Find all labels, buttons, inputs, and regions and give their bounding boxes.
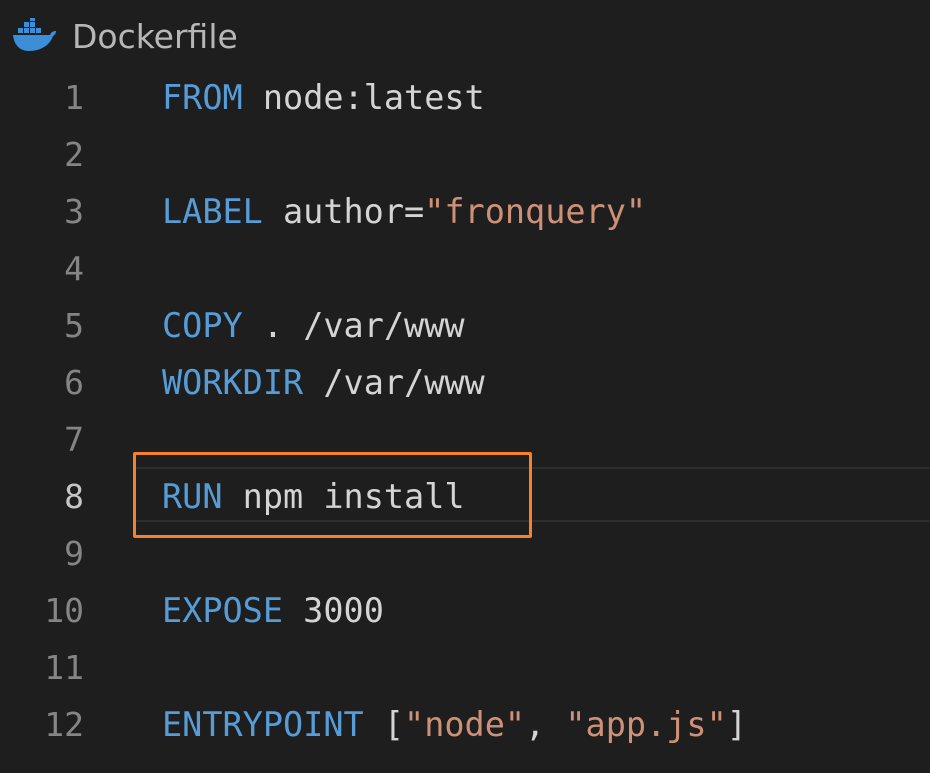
code-editor: Dockerfile 1 FROM node:latest 2 3 LABEL auth… bbox=[0, 0, 930, 773]
code-line[interactable]: 3 LABEL author="fronquery" bbox=[0, 183, 930, 240]
line-number: 7 bbox=[64, 420, 84, 459]
text-token: node:latest bbox=[242, 78, 485, 117]
line-content: EXPOSE 3000 bbox=[162, 582, 384, 639]
code-line[interactable]: 8 RUN npm install bbox=[0, 468, 930, 525]
code-line[interactable]: 5 COPY . /var/www bbox=[0, 297, 930, 354]
keyword-token: LABEL bbox=[162, 192, 263, 231]
code-line[interactable]: 4 bbox=[0, 240, 930, 297]
keyword-token: ENTRYPOINT bbox=[162, 705, 364, 744]
string-token: "fronquery" bbox=[424, 192, 647, 231]
line-content: COPY . /var/www bbox=[162, 297, 465, 354]
line-number: 1 bbox=[64, 78, 84, 117]
line-content: ENTRYPOINT ["node", "app.js"] bbox=[162, 696, 747, 753]
code-lines[interactable]: 1 FROM node:latest 2 3 LABEL author="fronque… bbox=[0, 69, 930, 753]
line-number: 4 bbox=[64, 249, 84, 288]
line-number: 10 bbox=[44, 591, 84, 630]
string-token: "node" bbox=[404, 705, 526, 744]
code-line[interactable]: 6 WORKDIR /var/www bbox=[0, 354, 930, 411]
code-line[interactable]: 2 bbox=[0, 126, 930, 183]
line-number: 8 bbox=[64, 477, 84, 516]
string-token: "app.js" bbox=[565, 705, 727, 744]
keyword-token: RUN bbox=[162, 477, 223, 516]
text-token: author= bbox=[262, 192, 425, 231]
line-number: 3 bbox=[64, 192, 84, 231]
text-token: ] bbox=[726, 705, 747, 744]
code-line[interactable]: 7 bbox=[0, 411, 930, 468]
code-line[interactable]: 9 bbox=[0, 525, 930, 582]
keyword-token: COPY bbox=[162, 306, 243, 345]
code-line[interactable]: 10 EXPOSE 3000 bbox=[0, 582, 930, 639]
line-number: 11 bbox=[44, 648, 84, 687]
line-content: RUN npm install bbox=[162, 468, 465, 525]
line-number: 5 bbox=[64, 306, 84, 345]
text-token: [ bbox=[363, 705, 405, 744]
line-number: 6 bbox=[64, 363, 84, 402]
docker-whale-icon bbox=[13, 18, 56, 51]
text-token: npm install bbox=[222, 477, 465, 516]
line-number: 9 bbox=[64, 534, 84, 573]
line-number: 2 bbox=[64, 135, 84, 174]
line-content: WORKDIR /var/www bbox=[162, 354, 485, 411]
line-number: 12 bbox=[44, 705, 84, 744]
line-content: LABEL author="fronquery" bbox=[162, 183, 646, 240]
text-token: , bbox=[525, 705, 566, 744]
file-title: Dockerfile bbox=[72, 17, 238, 56]
code-line[interactable]: 1 FROM node:latest bbox=[0, 69, 930, 126]
keyword-token: EXPOSE bbox=[162, 591, 284, 630]
code-line[interactable]: 11 bbox=[0, 639, 930, 696]
file-header: Dockerfile bbox=[0, 0, 930, 70]
keyword-token: WORKDIR bbox=[162, 363, 304, 402]
text-token: /var/www bbox=[303, 363, 485, 402]
keyword-token: FROM bbox=[162, 78, 243, 117]
text-token: . /var/www bbox=[242, 306, 465, 345]
code-line[interactable]: 12 ENTRYPOINT ["node", "app.js"] bbox=[0, 696, 930, 753]
line-content: FROM node:latest bbox=[162, 69, 485, 126]
text-token: 3000 bbox=[283, 591, 384, 630]
